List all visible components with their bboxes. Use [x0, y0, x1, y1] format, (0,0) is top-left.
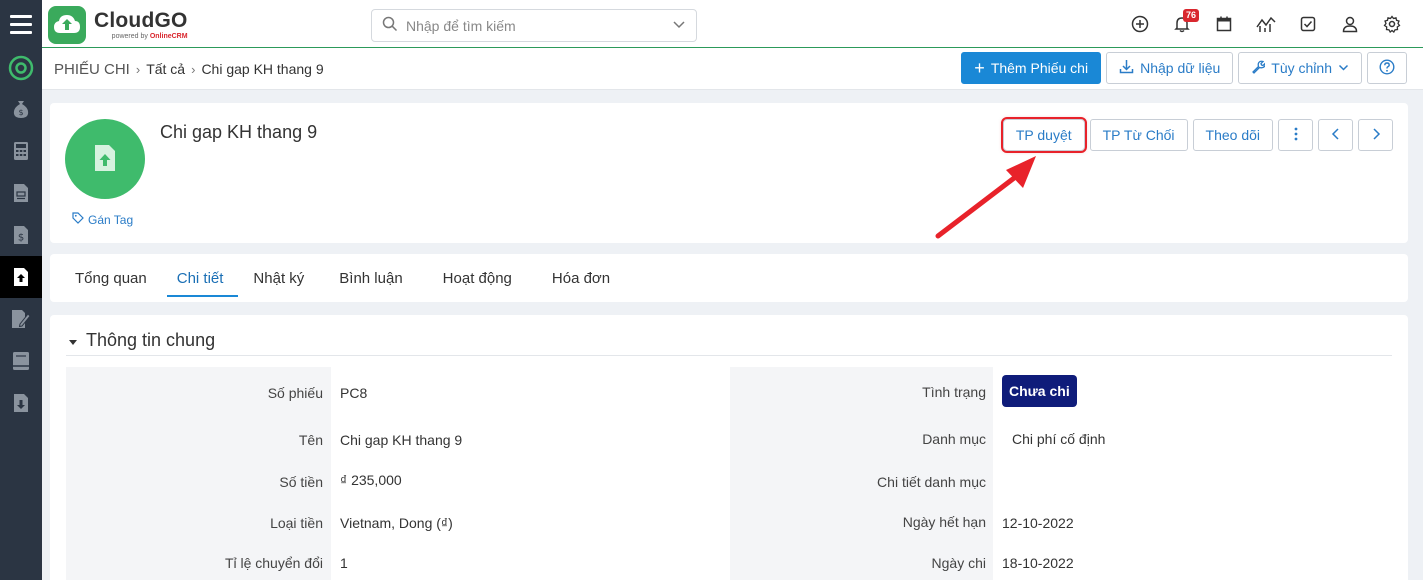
field-value-exchange-rate: 1 — [340, 555, 348, 571]
add-payment-voucher-button[interactable]: + Thêm Phiếu chi — [961, 52, 1102, 84]
calendar-icon[interactable] — [1203, 0, 1245, 48]
sidebar-item-money-bag[interactable]: $ — [0, 88, 42, 130]
sidebar-item-download-doc[interactable] — [0, 382, 42, 424]
record-header: Chi gap KH thang 9 Gán Tag TP duyệt TP T… — [50, 103, 1408, 243]
section-header[interactable]: Thông tin chung — [68, 325, 215, 355]
field-label-voucher-no: Số phiếu — [267, 385, 323, 401]
tab-activities[interactable]: Hoạt động — [423, 254, 532, 302]
status-badge: Chưa chi — [1002, 375, 1077, 407]
tag-icon — [72, 212, 84, 227]
question-icon — [1379, 58, 1395, 78]
brand-name: CloudGO — [94, 9, 188, 32]
field-value-status: Chưa chi — [1002, 375, 1077, 407]
section-title: Thông tin chung — [86, 329, 216, 350]
field-label-amount: Số tiền — [279, 474, 323, 490]
cloud-logo-icon — [48, 6, 86, 44]
add-tag-link[interactable]: Gán Tag — [72, 212, 133, 227]
field-label-due-date: Ngày hết hạn — [902, 514, 986, 530]
sidebar-item-edit-doc[interactable] — [0, 298, 42, 340]
help-button[interactable] — [1367, 52, 1407, 84]
breadcrumb-record: Chi gap KH thang 9 — [201, 61, 324, 77]
tab-log[interactable]: Nhật ký — [238, 254, 319, 302]
field-label-name: Tên — [298, 432, 323, 448]
sidebar-item-book[interactable] — [0, 340, 42, 382]
next-record-button[interactable] — [1358, 119, 1393, 151]
field-value-category: Chi phí cố định — [1012, 431, 1106, 447]
tabs-bar: Tổng quan Chi tiết Nhật ký Bình luận Hoạ… — [50, 254, 1408, 302]
field-label-status: Tình trạng — [922, 384, 986, 400]
chevron-right-icon: › — [135, 61, 141, 77]
logo[interactable]: CloudGO powered by OnlineCRM — [48, 6, 188, 44]
brand-sub: powered by OnlineCRM — [111, 33, 188, 40]
field-label-exchange-rate: Tỉ lệ chuyển đổi — [224, 555, 323, 571]
reports-chart-icon[interactable] — [1245, 0, 1287, 48]
gear-icon[interactable] — [1371, 0, 1413, 48]
field-label-payment-date: Ngày chi — [931, 555, 986, 571]
record-avatar — [65, 119, 145, 199]
breadcrumb-all[interactable]: Tất cả — [146, 61, 185, 77]
tab-invoices[interactable]: Hóa đơn — [532, 254, 630, 302]
caret-down-icon — [68, 330, 78, 351]
search-box[interactable] — [371, 9, 697, 42]
follow-button[interactable]: Theo dõi — [1192, 119, 1273, 151]
chevron-down-icon — [1338, 60, 1349, 76]
more-options-button[interactable] — [1278, 119, 1313, 151]
chevron-down-icon[interactable] — [672, 17, 686, 34]
plus-icon: + — [974, 58, 985, 78]
field-value-amount: ₫ 235,000 — [340, 472, 402, 488]
tab-comments[interactable]: Bình luận — [319, 254, 422, 302]
top-bar: CloudGO powered by OnlineCRM 76 — [0, 0, 1423, 48]
sidebar: $ $ — [0, 48, 42, 580]
vertical-dots-icon — [1294, 127, 1298, 144]
section-divider — [66, 355, 1392, 356]
task-check-icon[interactable] — [1287, 0, 1329, 48]
chevron-left-icon — [1331, 127, 1341, 144]
reject-button[interactable]: TP Từ Chối — [1089, 119, 1188, 151]
user-icon[interactable] — [1329, 0, 1371, 48]
field-label-category: Danh mục — [922, 431, 986, 447]
previous-record-button[interactable] — [1318, 119, 1353, 151]
sidebar-item-calculator[interactable] — [0, 130, 42, 172]
customize-button[interactable]: Tùy chỉnh — [1238, 52, 1362, 84]
import-data-button[interactable]: Nhập dữ liệu — [1106, 52, 1234, 84]
sidebar-item-home[interactable] — [0, 48, 42, 88]
breadcrumb-module[interactable]: Phiếu chi — [54, 61, 130, 78]
svg-text:$: $ — [18, 233, 24, 244]
search-icon — [382, 16, 398, 35]
bell-icon[interactable]: 76 — [1161, 0, 1203, 48]
breadcrumb: Phiếu chi › Tất cả › Chi gap KH thang 9 — [54, 48, 324, 90]
field-value-name: Chi gap KH thang 9 — [340, 432, 463, 448]
tab-overview[interactable]: Tổng quan — [60, 254, 162, 302]
menu-icon[interactable] — [0, 0, 42, 48]
notification-count-badge: 76 — [1183, 9, 1200, 22]
field-value-payment-date: 18-10-2022 — [1002, 555, 1074, 571]
record-title: Chi gap KH thang 9 — [160, 122, 318, 142]
breadcrumb-bar: Phiếu chi › Tất cả › Chi gap KH thang 9 … — [42, 48, 1423, 90]
detail-section: Thông tin chung Số phiếu PC8 Tên Chi gap… — [50, 315, 1408, 580]
field-label-currency: Loại tiền — [270, 515, 323, 531]
svg-text:$: $ — [18, 108, 23, 117]
field-label-category-detail: Chi tiết danh mục — [877, 474, 986, 490]
add-icon[interactable] — [1119, 0, 1161, 48]
sidebar-item-invoice[interactable] — [0, 172, 42, 214]
field-value-due-date: 12-10-2022 — [1002, 515, 1074, 531]
search-input[interactable] — [406, 17, 672, 34]
sidebar-item-receipt[interactable]: $ — [0, 214, 42, 256]
wrench-icon — [1251, 60, 1267, 77]
chevron-right-icon — [1371, 127, 1381, 144]
approve-button[interactable]: TP duyệt — [1000, 117, 1087, 153]
download-icon — [1119, 59, 1134, 77]
field-value-voucher-no: PC8 — [340, 385, 368, 401]
tab-details[interactable]: Chi tiết — [162, 254, 239, 302]
upload-doc-icon — [93, 143, 117, 176]
field-value-currency: Vietnam, Dong (₫) — [340, 515, 453, 531]
chevron-right-icon: › — [191, 61, 196, 77]
sidebar-item-payment-voucher[interactable] — [0, 256, 42, 298]
